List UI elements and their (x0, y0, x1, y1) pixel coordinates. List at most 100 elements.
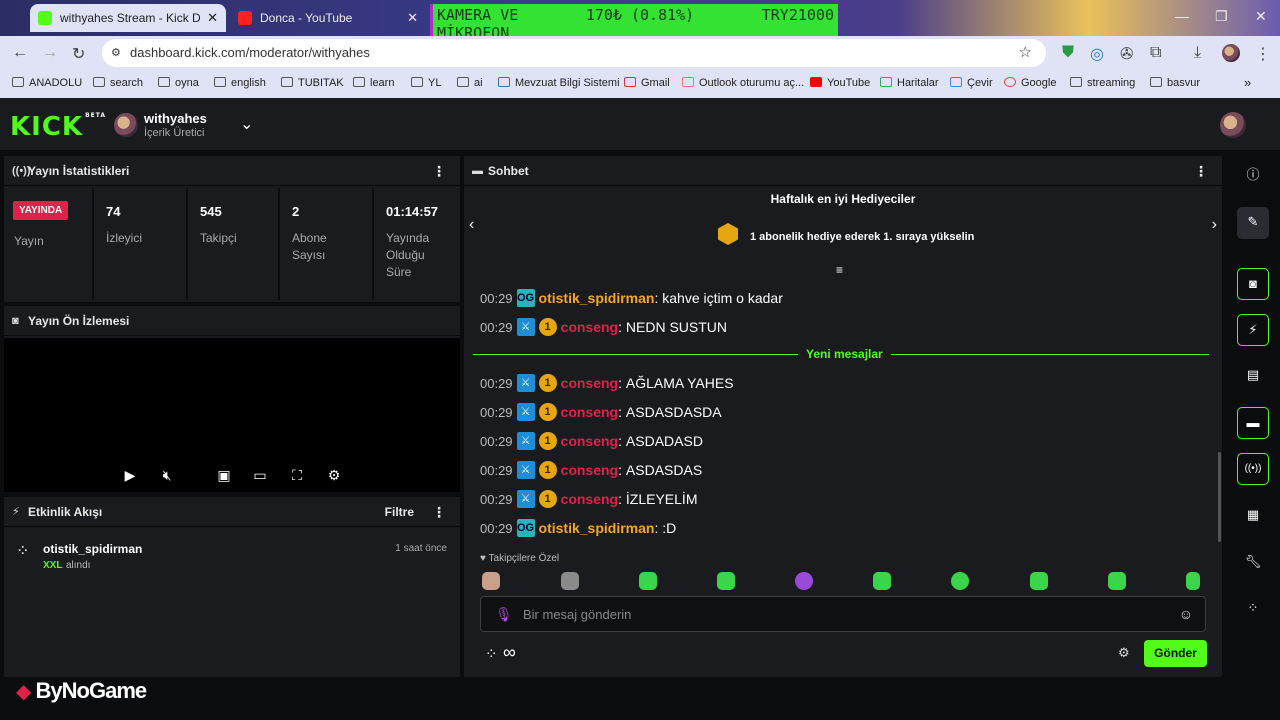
close-window-icon[interactable]: ✕ (1255, 8, 1267, 25)
reload-icon[interactable]: ↻ (72, 44, 85, 64)
emote-icon[interactable] (482, 572, 500, 590)
miniplayer-icon[interactable]: ▣ (216, 467, 232, 483)
broadcast-toggle-icon[interactable]: ((•)) (1237, 453, 1269, 485)
lens-extension-icon[interactable]: ◎ (1090, 44, 1104, 64)
mute-icon[interactable]: 🔇︎ (159, 467, 175, 483)
kicks-icon[interactable]: ⁘ (485, 645, 498, 663)
wrench-icon[interactable]: 🔧︎ (1237, 547, 1269, 579)
bookmark-item[interactable]: Google (1004, 77, 1056, 89)
msg-user[interactable]: conseng (561, 375, 619, 391)
preview-icon: ◙ (12, 315, 19, 327)
bookmark-item[interactable]: Outlook oturumu aç... (682, 77, 804, 89)
emote-icon[interactable] (873, 572, 891, 590)
info-icon[interactable]: ⓘ (1237, 160, 1269, 192)
video-tools-icon[interactable]: ▦ (1237, 500, 1269, 532)
fullscreen-icon[interactable]: ⛶ (289, 467, 305, 483)
msg-user[interactable]: conseng (561, 433, 619, 449)
bookmark-item[interactable]: ai (457, 77, 483, 89)
pinned-expand-icon[interactable]: ≡ (836, 263, 843, 277)
watermark-text: ByNoGame (35, 678, 148, 703)
bookmark-item[interactable]: YouTube (810, 77, 870, 89)
url-input[interactable]: ⚙ dashboard.kick.com/moderator/withyahes… (102, 39, 1046, 67)
activity-user[interactable]: otistik_spidirman (43, 542, 142, 556)
bookmark-item[interactable]: streaming (1070, 77, 1135, 89)
send-button[interactable]: Gönder (1144, 640, 1207, 667)
close-tab-icon[interactable]: ✕ (407, 10, 418, 26)
msg-user[interactable]: otistik_spidirman (539, 520, 655, 536)
more-options-icon[interactable]: ⋮ (432, 156, 446, 186)
emote-icon[interactable] (951, 572, 969, 590)
watermark-logo: ◆ ByNoGame (16, 678, 148, 708)
bookmark-item[interactable]: english (214, 77, 266, 89)
kicks-sidebar-icon[interactable]: ⁘ (1237, 593, 1269, 625)
chat-settings-gear-icon[interactable]: ⚙ (1118, 645, 1130, 661)
bookmark-item[interactable]: Çevir (950, 77, 993, 89)
more-options-icon[interactable]: ⋮ (432, 497, 446, 527)
chevron-right-icon[interactable]: › (1212, 216, 1217, 234)
chevron-left-icon[interactable]: ‹ (469, 216, 474, 234)
tab-title: Donca - YouTube (260, 11, 353, 25)
back-arrow-icon[interactable]: ← (12, 44, 28, 62)
bookmark-item[interactable]: oyna (158, 77, 199, 89)
bookmark-label: TUBITAK (298, 77, 344, 89)
more-bookmarks-icon[interactable]: » (1244, 75, 1251, 90)
bookmark-item[interactable]: YL (411, 77, 441, 89)
filter-button[interactable]: Filtre (385, 497, 414, 527)
bookmark-item[interactable]: TUBITAK (281, 77, 344, 89)
bookmark-item[interactable]: ANADOLU (12, 77, 82, 89)
msg-user[interactable]: conseng (561, 404, 619, 420)
kebab-menu-icon[interactable]: ⋮ (1255, 44, 1271, 64)
bookmark-item[interactable]: Gmail (624, 77, 670, 89)
chat-message: 00:29 ⚔ 1 conseng: ASDADASD (480, 432, 703, 450)
msg-user[interactable]: conseng (561, 319, 619, 335)
shield-extension-icon[interactable]: ⛊ (1062, 44, 1074, 62)
settings-gear-icon[interactable]: ⚙ (326, 467, 342, 483)
profile-avatar-icon[interactable] (1222, 44, 1240, 62)
emoji-icon[interactable]: ☺ (1179, 606, 1193, 622)
channel-username: withyahes (144, 111, 207, 126)
chat-scrollbar[interactable] (1218, 452, 1221, 542)
bookmark-item[interactable]: search (93, 77, 143, 89)
theater-mode-icon[interactable]: ▭ (252, 467, 268, 483)
minimize-icon[interactable]: — (1175, 8, 1189, 24)
tab-youtube[interactable]: Donca - YouTube ✕ (230, 4, 426, 32)
site-info-icon[interactable]: ⚙ (111, 39, 121, 67)
lightning-toggle-icon[interactable]: ⚡︎ (1237, 314, 1269, 346)
video-player[interactable] (4, 338, 460, 492)
user-avatar[interactable] (1220, 112, 1246, 138)
microphone-icon[interactable]: 🎙︎ (495, 606, 513, 623)
msg-user[interactable]: otistik_spidirman (539, 290, 655, 306)
folder-icon (411, 77, 423, 87)
channel-avatar[interactable] (114, 113, 138, 137)
emote-icon[interactable] (1186, 572, 1200, 590)
play-icon[interactable]: ▶ (122, 467, 138, 483)
chat-input[interactable]: 🎙︎ Bir mesaj gönderin ☺ (480, 596, 1206, 632)
chat-toggle-icon[interactable]: ▬ (1237, 407, 1269, 439)
emote-icon[interactable] (1108, 572, 1126, 590)
emote-icon[interactable] (561, 572, 579, 590)
edit-pencil-icon[interactable]: ✎ (1237, 207, 1269, 239)
bookmark-item[interactable]: Mevzuat Bilgi Sistemi (498, 77, 620, 89)
msg-user[interactable]: conseng (561, 491, 619, 507)
emote-icon[interactable] (795, 572, 813, 590)
restore-icon[interactable]: ❐ (1215, 8, 1228, 25)
bookmark-item[interactable]: basvur (1150, 77, 1200, 89)
close-tab-icon[interactable]: ✕ (207, 10, 218, 26)
more-options-icon[interactable]: ⋮ (1194, 156, 1208, 186)
puzzle-extensions-icon[interactable]: ⧉ (1150, 44, 1161, 62)
notes-icon[interactable]: ▤ (1237, 360, 1269, 392)
preview-toggle-icon[interactable]: ◙ (1237, 268, 1269, 300)
kick-logo[interactable]: KICK BETA (10, 112, 106, 142)
extension-icon[interactable]: ✇ (1120, 44, 1133, 64)
download-icon[interactable]: ⤓ (1194, 44, 1201, 62)
bookmark-item[interactable]: Haritalar (880, 77, 939, 89)
forward-arrow-icon[interactable]: → (42, 44, 58, 62)
tab-kick-dashboard[interactable]: withyahes Stream - Kick Dashbo ✕ (30, 4, 226, 32)
bookmark-item[interactable]: learn (353, 77, 394, 89)
chevron-down-icon[interactable]: ⌄ (240, 114, 253, 134)
msg-user[interactable]: conseng (561, 462, 619, 478)
emote-icon[interactable] (639, 572, 657, 590)
bookmark-star-icon[interactable]: ☆ (1019, 39, 1032, 67)
emote-icon[interactable] (717, 572, 735, 590)
emote-icon[interactable] (1030, 572, 1048, 590)
